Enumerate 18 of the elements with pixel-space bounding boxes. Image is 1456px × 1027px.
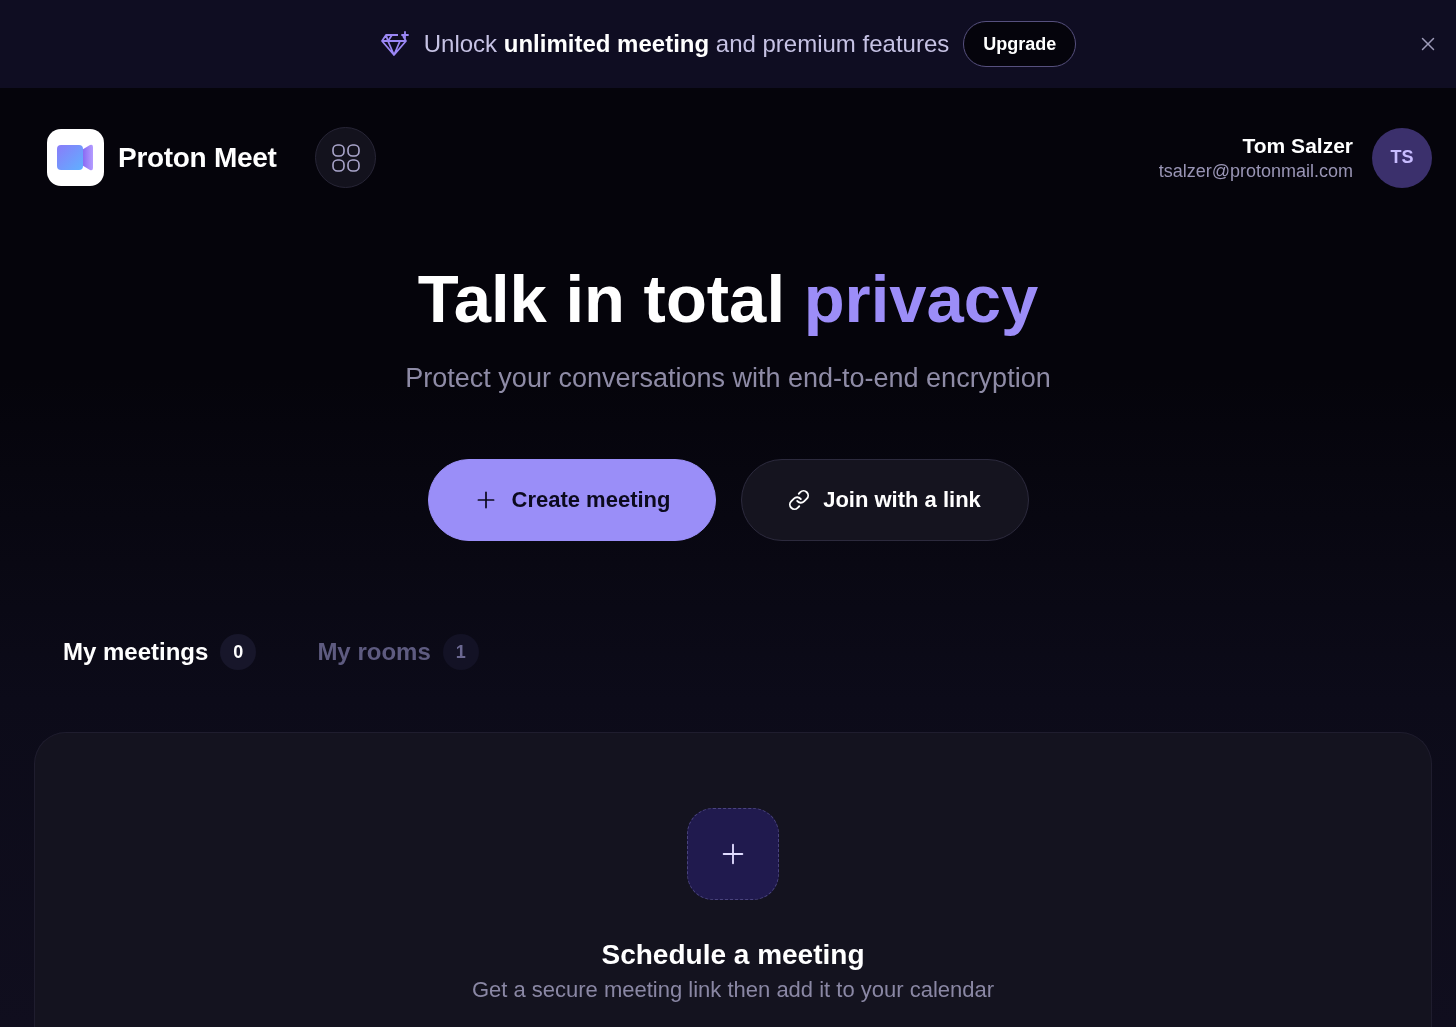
- link-icon: [788, 489, 811, 511]
- promo-text: Unlock unlimited meeting and premium features: [423, 30, 950, 58]
- gem-icon: [379, 31, 410, 57]
- empty-state-title: Schedule a meeting: [601, 938, 865, 972]
- tab[interactable]: My meetings 0: [63, 634, 257, 670]
- user-avatar[interactable]: TS: [1372, 127, 1432, 188]
- count-badge: 0: [220, 634, 257, 670]
- empty-state-text: Get a secure meeting link then add it to your calendar: [471, 976, 995, 1004]
- join-link-button[interactable]: Join with a link: [740, 459, 1029, 541]
- grid-icon: [332, 143, 360, 172]
- upgrade-button[interactable]: Upgrade: [963, 21, 1077, 67]
- create-meeting-button[interactable]: Create meeting: [427, 459, 716, 541]
- hero-subtitle: Protect your conversations with end-to-end encryption: [405, 362, 1051, 395]
- count-badge: 1: [442, 634, 479, 670]
- user-name: Tom Salzer: [1242, 132, 1353, 159]
- user-email: tsalzer@protonmail.com: [1158, 159, 1353, 183]
- brand-name: Proton Meet: [118, 141, 277, 174]
- camera-logo-icon[interactable]: [47, 129, 104, 186]
